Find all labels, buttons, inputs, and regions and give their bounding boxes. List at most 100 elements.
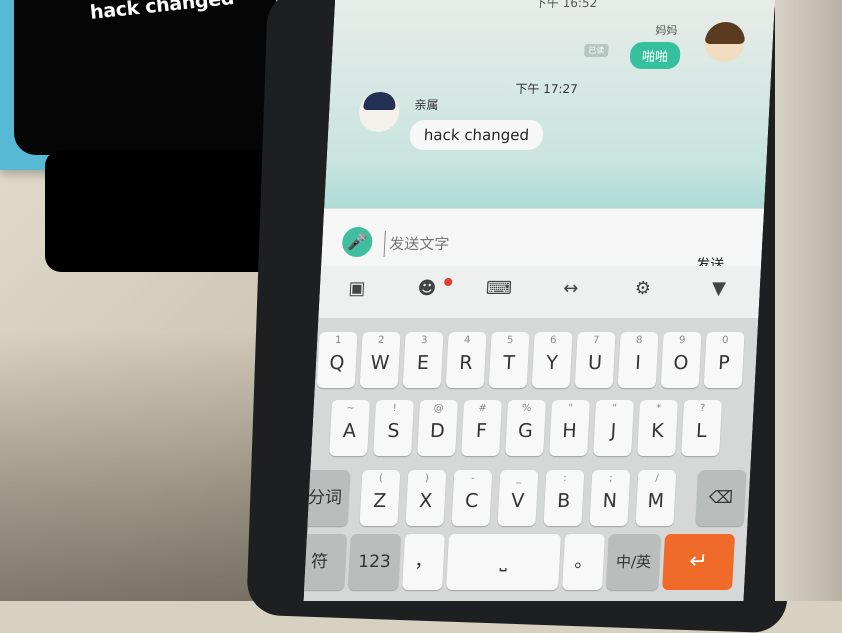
gear-icon[interactable]: ⚙ xyxy=(627,278,658,299)
key-label: V xyxy=(510,490,525,512)
key-j[interactable]: " J xyxy=(593,400,635,456)
key-v[interactable]: _ V xyxy=(497,470,539,526)
key-c[interactable]: -C xyxy=(451,470,493,526)
key-label: H xyxy=(561,420,578,442)
key-alt-label: ! xyxy=(392,403,397,414)
enter-key[interactable]: ↵ xyxy=(662,534,736,590)
key-a[interactable]: ~ A xyxy=(329,400,371,456)
key-alt-label: - xyxy=(470,473,476,484)
key-x[interactable]: ) X xyxy=(405,470,447,526)
key-label: D xyxy=(429,420,446,442)
read-badge: 已读 xyxy=(584,44,609,57)
key-label: I xyxy=(634,352,642,374)
key-alt-label: / xyxy=(654,473,659,484)
key-label: E xyxy=(416,352,430,374)
language-switch-key[interactable]: 中/英 xyxy=(606,534,662,590)
key-u[interactable]: 7U xyxy=(574,332,616,388)
key-label: A xyxy=(342,420,357,442)
notification-dot xyxy=(444,278,453,286)
key-y[interactable]: 6Y xyxy=(531,332,573,388)
key-label: N xyxy=(602,490,618,512)
key-alt-label: 7 xyxy=(592,335,600,346)
numeric-key[interactable]: 123 xyxy=(348,534,402,590)
key-o[interactable]: 9O xyxy=(660,332,702,388)
keyboard: 1Q2W3E4R5T6Y7U8I9O0P ~ A! S @ D # F% G " H " J * K? L … xyxy=(303,318,759,601)
keyboard-icon[interactable]: ⌨ xyxy=(483,278,514,299)
sogou-logo-icon[interactable]: ▣ xyxy=(341,278,372,299)
key-s[interactable]: ! S xyxy=(373,400,415,456)
band-screen-text: hack changed xyxy=(89,0,236,24)
key-alt-label: 2 xyxy=(377,335,385,346)
key-label: Z xyxy=(372,490,387,512)
timestamp-mid: 下午 17:27 xyxy=(514,82,579,96)
desk-right-edge xyxy=(775,0,842,601)
key-alt-label: ~ xyxy=(346,403,356,414)
key-alt-label: ) xyxy=(424,473,430,484)
key-t[interactable]: 5T xyxy=(488,332,530,388)
key-f[interactable]: # F xyxy=(461,400,503,456)
key-alt-label: 9 xyxy=(678,335,686,346)
collapse-icon[interactable]: ▼ xyxy=(703,278,734,299)
key-p[interactable]: 0P xyxy=(703,332,745,388)
key-label: B xyxy=(556,490,571,512)
key-k[interactable]: * K xyxy=(637,400,679,456)
key-label: S xyxy=(386,420,401,442)
key-label: Y xyxy=(545,352,559,374)
key-d[interactable]: @ D xyxy=(417,400,459,456)
period-key[interactable]: 。 xyxy=(562,534,606,590)
key-i[interactable]: 8I xyxy=(617,332,659,388)
key-alt-label: _ xyxy=(516,473,522,484)
key-alt-label: 0 xyxy=(721,335,729,346)
key-label: T xyxy=(502,352,516,374)
key-b[interactable]: :B xyxy=(543,470,585,526)
chat-area: 下午 16:52 妈妈 已读 啪啪 下午 17:27 亲属 hack chang… xyxy=(322,0,775,232)
key-q[interactable]: 1Q xyxy=(316,332,358,388)
key-alt-label: 1 xyxy=(334,335,342,346)
key-n[interactable]: ; N xyxy=(589,470,631,526)
avatar[interactable] xyxy=(703,22,746,62)
key-l[interactable]: ? L xyxy=(681,400,723,456)
avatar[interactable] xyxy=(358,92,401,132)
cursor-move-icon[interactable]: ↔ xyxy=(555,278,586,299)
key-z[interactable]: (Z xyxy=(359,470,401,526)
key-label: F xyxy=(475,420,488,442)
smart-band: hack changed xyxy=(0,0,305,170)
right-sender-name: 妈妈 xyxy=(655,24,678,37)
key-alt-label: : xyxy=(562,473,567,484)
key-g[interactable]: % G xyxy=(505,400,547,456)
backspace-key[interactable]: ⌫ xyxy=(695,470,747,526)
key-alt-label: @ xyxy=(433,403,444,414)
segment-key[interactable]: 分词 xyxy=(303,470,351,526)
microphone-icon[interactable]: 🎤 xyxy=(341,227,374,257)
key-h[interactable]: " H xyxy=(549,400,591,456)
key-alt-label: 4 xyxy=(463,335,471,346)
key-alt-label: ( xyxy=(378,473,384,484)
key-alt-label: " xyxy=(611,403,618,414)
key-label: L xyxy=(695,420,708,442)
message-input[interactable] xyxy=(383,231,642,257)
key-label: R xyxy=(458,352,474,374)
symbol-key[interactable]: 符 xyxy=(303,534,348,590)
key-alt-label: 5 xyxy=(506,335,514,346)
key-label: M xyxy=(646,490,665,512)
key-label: J xyxy=(610,420,617,442)
key-alt-label: 6 xyxy=(549,335,557,346)
key-alt-label: * xyxy=(655,403,662,414)
key-alt-label: # xyxy=(478,403,488,414)
key-r[interactable]: 4R xyxy=(445,332,487,388)
message-input-bar: 🎤 发送 xyxy=(321,208,765,273)
key-alt-label: % xyxy=(521,403,532,414)
key-alt-label: ; xyxy=(608,473,613,484)
right-message-bubble[interactable]: 啪啪 xyxy=(629,42,681,69)
emoji-icon[interactable]: ☻ xyxy=(411,278,442,299)
key-label: G xyxy=(517,420,534,442)
space-key[interactable]: ⎵ xyxy=(446,534,562,590)
left-sender-name: 亲属 xyxy=(414,98,439,112)
key-label: O xyxy=(672,352,690,374)
key-m[interactable]: / M xyxy=(635,470,677,526)
key-e[interactable]: 3E xyxy=(402,332,444,388)
left-message-bubble[interactable]: hack changed xyxy=(409,120,544,150)
key-label: W xyxy=(369,352,390,374)
comma-key[interactable]: ， xyxy=(402,534,446,590)
key-w[interactable]: 2W xyxy=(359,332,401,388)
